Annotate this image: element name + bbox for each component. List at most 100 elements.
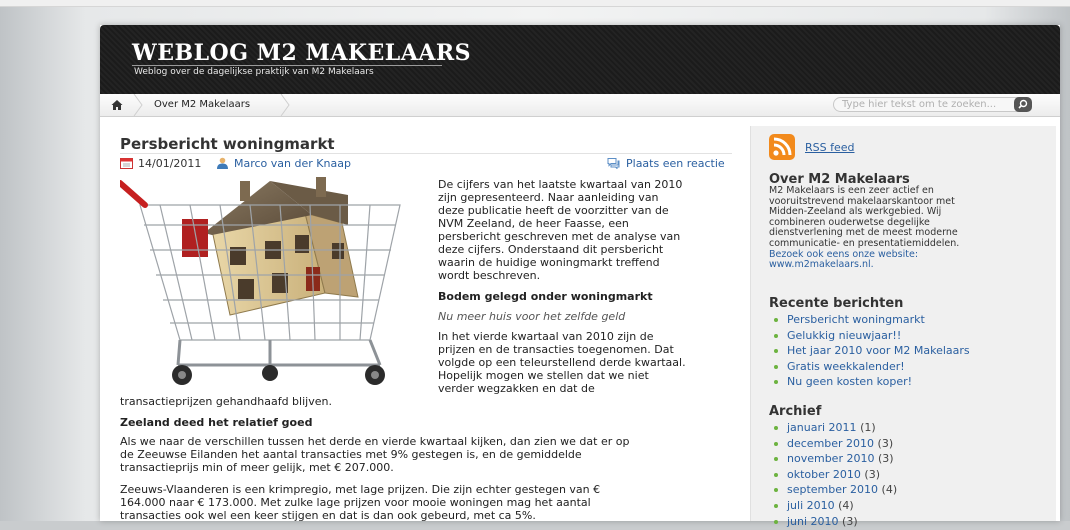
text-line: deze publicatie heeft de voorzitter van … [438, 204, 669, 217]
post-title-divider [120, 153, 732, 154]
archive-count: (1) [860, 421, 876, 434]
bullet-icon [774, 457, 778, 462]
archive-heading: Archief [769, 404, 822, 419]
post-zeeuws-vlaanderen-paragraph: Zeeuws-Vlaanderen is een krimpregio, met… [120, 483, 732, 522]
calendar-icon [120, 158, 133, 169]
text-line: M2 Makelaars is een zeer actief en [769, 185, 934, 196]
site-header: WEBLOG M2 MAKELAARS Weblog over de dagel… [100, 25, 1060, 94]
text-line: In het vierde kwartaal van 2010 zijn de [438, 330, 654, 343]
post-tagline: Nu meer huis voor het zelfde geld [438, 310, 626, 323]
shopping-cart-house-image [120, 177, 401, 385]
text-line: waarin de huidige woningmarkt treffend [438, 256, 660, 269]
site-title[interactable]: WEBLOG M2 MAKELAARS [132, 40, 471, 66]
text-line: volgde op een teleurstellend derde kwart… [438, 356, 686, 369]
bullet-icon [774, 333, 778, 338]
recent-post-link[interactable]: Nu geen kosten koper! [787, 375, 912, 388]
bullet-icon [774, 318, 778, 322]
recent-post-link[interactable]: Gratis weekkalender! [787, 360, 905, 373]
recent-post-item[interactable]: Het jaar 2010 voor M2 Makelaars [769, 344, 1049, 360]
bullet-icon [774, 472, 778, 477]
text-line: Zeeuws-Vlaanderen is een krimpregio, met… [120, 483, 601, 496]
search-icon [1018, 99, 1028, 109]
post-zeeland-paragraph: Als we naar de verschillen tussen het de… [120, 435, 732, 474]
archive-item[interactable]: januari 2011 (1) [769, 421, 1049, 437]
rss-feed-link[interactable]: RSS feed [805, 141, 855, 154]
archive-month-link[interactable]: oktober 2010 [787, 468, 861, 481]
archive-month-link[interactable]: november 2010 [787, 452, 874, 465]
archive-month-link[interactable]: juli 2010 [787, 499, 835, 512]
text-line: 164.000 naar € 173.000. Met zulke lage p… [120, 496, 591, 509]
recent-post-item[interactable]: Gelukkig nieuwjaar!! [769, 329, 1049, 345]
archive-item[interactable]: december 2010 (3) [769, 437, 1049, 453]
bullet-icon [774, 503, 778, 508]
recent-post-link[interactable]: Persbericht woningmarkt [787, 313, 925, 326]
recent-post-link[interactable]: Het jaar 2010 voor M2 Makelaars [787, 344, 970, 357]
site-description: Weblog over de dagelijkse praktijk van M… [134, 67, 374, 77]
bullet-icon [774, 349, 778, 354]
bullet-icon [774, 519, 778, 524]
archive-item[interactable]: november 2010 (3) [769, 452, 1049, 468]
title-underline [132, 65, 442, 66]
text-line: persbericht geschreven met de analyse va… [438, 230, 681, 243]
home-icon[interactable] [110, 98, 124, 112]
archive-count: (3) [864, 467, 880, 481]
text-line: prijzen en de transacties toegenomen. Da… [438, 343, 674, 356]
text-line: NVM Zeeland, de heer Faasse, een [438, 217, 629, 230]
text-line: communicatie- en presentatiemiddelen. [769, 237, 960, 249]
archive-count: (3) [877, 436, 894, 450]
recent-posts-list: Persbericht woningmarkt Gelukkig nieuwja… [769, 313, 1049, 391]
text-line: De cijfers van het laatste kwartaal van … [438, 178, 683, 191]
archive-item[interactable]: oktober 2010 (3) [769, 468, 1049, 484]
search-input[interactable] [833, 97, 1031, 112]
archive-month-link[interactable]: december 2010 [787, 437, 874, 450]
archive-item[interactable]: juni 2010 (3) [769, 515, 1049, 530]
comment-link[interactable]: Plaats een reactie [626, 157, 725, 170]
archive-month-link[interactable]: september 2010 [787, 483, 878, 496]
post-date: 14/01/2011 [138, 157, 202, 170]
text-line: Hopelijk mogen we stellen dat we niet [438, 369, 649, 382]
rss-icon[interactable] [769, 134, 795, 160]
post-q4-tail: transactieprijzen gehandhaafd blijven. [120, 395, 332, 408]
archive-count: (3) [877, 452, 894, 466]
blog-wrapper: WEBLOG M2 MAKELAARS Weblog over de dagel… [100, 25, 1060, 528]
search-button[interactable] [1014, 97, 1032, 112]
recent-post-link[interactable]: Gelukkig nieuwjaar!! [787, 329, 901, 342]
section-heading-zeeland: Zeeland deed het relatief goed [120, 416, 313, 429]
recent-post-item[interactable]: Persbericht woningmarkt [769, 313, 1049, 329]
post-author-link[interactable]: Marco van der Knaap [234, 157, 351, 170]
breadcrumb-separator-icon [133, 94, 143, 116]
archive-count: (4) [838, 498, 854, 512]
about-text: M2 Makelaars is een zeer actief en vooru… [769, 185, 1019, 271]
post-intro-paragraph: De cijfers van het laatste kwartaal van … [438, 178, 738, 282]
website-link[interactable]: www.m2makelaars.nl. [769, 260, 1019, 271]
text-line: zijn gepresenteerd. Naar aanleiding van [438, 191, 659, 204]
post-q4-paragraph: In het vierde kwartaal van 2010 zijn de … [438, 330, 738, 395]
text-line: de Zeeuwse Eilanden het aantal transacti… [120, 448, 582, 461]
archive-month-link[interactable]: juni 2010 [787, 515, 839, 528]
recent-post-item[interactable]: Nu geen kosten koper! [769, 375, 1049, 391]
bullet-icon [774, 426, 778, 430]
bullet-icon [774, 488, 778, 493]
text-line: transacties ook wel een keer stijgen en … [120, 509, 536, 522]
archive-list: januari 2011 (1) december 2010 (3) novem… [769, 421, 1049, 530]
text-line: wordt beschreven. [438, 269, 541, 282]
recent-posts-heading: Recente berichten [769, 296, 904, 311]
bullet-icon [774, 364, 778, 369]
bullet-icon [774, 441, 778, 446]
text-line: deze cijfers. Onderstaand dit persberich… [438, 243, 664, 256]
user-icon [217, 157, 228, 169]
navigation-bar: Over M2 Makelaars [100, 94, 1060, 117]
breadcrumb-separator-icon [280, 94, 290, 116]
archive-count: (4) [881, 483, 898, 497]
recent-post-item[interactable]: Gratis weekkalender! [769, 360, 1049, 376]
post-title[interactable]: Persbericht woningmarkt [120, 135, 335, 153]
archive-count: (3) [842, 514, 858, 528]
comment-icon [607, 158, 620, 169]
sidebar: RSS feed Over M2 Makelaars M2 Makelaars … [750, 126, 1056, 528]
archive-item[interactable]: september 2010 (4) [769, 483, 1049, 499]
archive-month-link[interactable]: januari 2011 [787, 421, 857, 434]
nav-item-over-m2-makelaars[interactable]: Over M2 Makelaars [154, 99, 250, 110]
post-subheading: Bodem gelegd onder woningmarkt [438, 290, 653, 303]
text-line: verder wegzakken en dat de [438, 382, 595, 395]
archive-item[interactable]: juli 2010 (4) [769, 499, 1049, 515]
